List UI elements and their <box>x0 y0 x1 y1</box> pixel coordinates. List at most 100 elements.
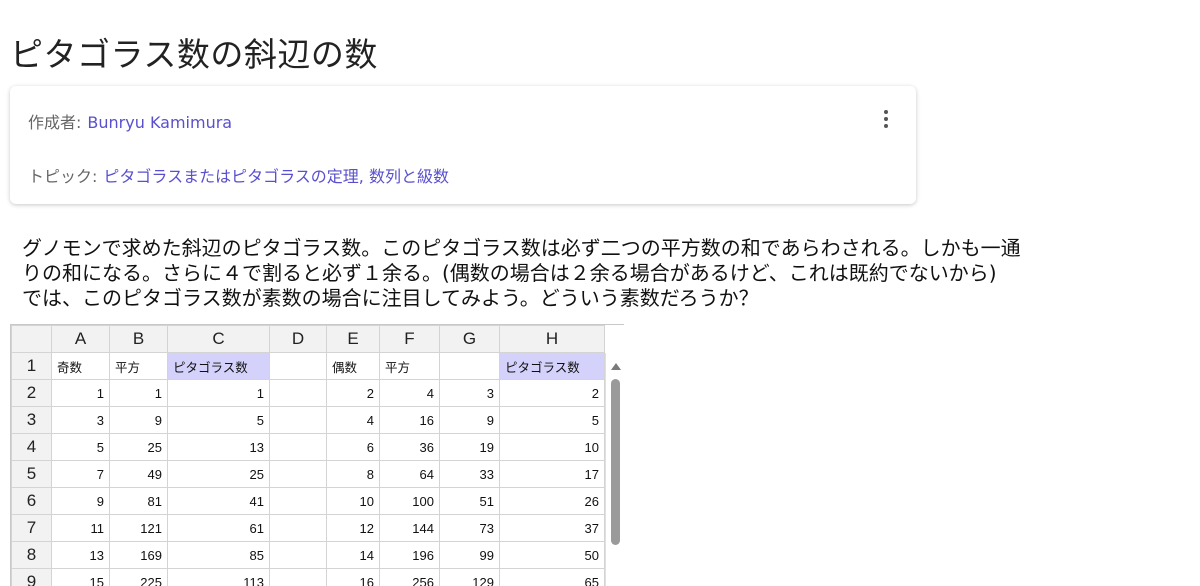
row-header[interactable]: 2 <box>11 379 52 407</box>
cell-a6[interactable]: 9 <box>51 487 110 515</box>
cell-h9[interactable]: 65 <box>499 568 605 586</box>
row-header[interactable]: 7 <box>11 514 52 542</box>
cell-b4[interactable]: 25 <box>109 433 168 461</box>
cell-g9[interactable]: 129 <box>439 568 500 586</box>
cell-e1[interactable]: 偶数 <box>326 352 380 380</box>
cell-d5[interactable] <box>269 460 327 488</box>
cell-c3[interactable]: 5 <box>167 406 270 434</box>
table-row: 8 13 169 85 14 196 99 50 <box>11 541 605 569</box>
cell-h1[interactable]: ピタゴラス数 <box>499 352 605 380</box>
cell-b7[interactable]: 121 <box>109 514 168 542</box>
description-line: りの和になる。さらに４で割ると必ず１余る。(偶数の場合は２余る場合があるけど、こ… <box>22 261 997 285</box>
cell-a9[interactable]: 15 <box>51 568 110 586</box>
cell-c9[interactable]: 113 <box>167 568 270 586</box>
cell-b6[interactable]: 81 <box>109 487 168 515</box>
cell-c7[interactable]: 61 <box>167 514 270 542</box>
cell-e4[interactable]: 6 <box>326 433 380 461</box>
cell-h6[interactable]: 26 <box>499 487 605 515</box>
cell-f1[interactable]: 平方 <box>379 352 440 380</box>
cell-f5[interactable]: 64 <box>379 460 440 488</box>
column-header-f[interactable]: F <box>379 325 440 353</box>
column-header-d[interactable]: D <box>269 325 327 353</box>
cell-f3[interactable]: 16 <box>379 406 440 434</box>
cell-b5[interactable]: 49 <box>109 460 168 488</box>
cell-c1[interactable]: ピタゴラス数 <box>167 352 270 380</box>
cell-g7[interactable]: 73 <box>439 514 500 542</box>
cell-a5[interactable]: 7 <box>51 460 110 488</box>
cell-c2[interactable]: 1 <box>167 379 270 407</box>
cell-g2[interactable]: 3 <box>439 379 500 407</box>
cell-c6[interactable]: 41 <box>167 487 270 515</box>
column-header-h[interactable]: H <box>499 325 605 353</box>
column-header-c[interactable]: C <box>167 325 270 353</box>
cell-h5[interactable]: 17 <box>499 460 605 488</box>
cell-e5[interactable]: 8 <box>326 460 380 488</box>
row-header[interactable]: 5 <box>11 460 52 488</box>
row-header[interactable]: 6 <box>11 487 52 515</box>
author-link[interactable]: Bunryu Kamimura <box>87 113 232 132</box>
table-row: 1 奇数 平方 ピタゴラス数 偶数 平方 ピタゴラス数 <box>11 352 605 380</box>
cell-f2[interactable]: 4 <box>379 379 440 407</box>
cell-h7[interactable]: 37 <box>499 514 605 542</box>
cell-d9[interactable] <box>269 568 327 586</box>
cell-d1[interactable] <box>269 352 327 380</box>
row-header[interactable]: 9 <box>11 568 52 586</box>
more-vertical-icon[interactable] <box>882 110 890 132</box>
cell-e2[interactable]: 2 <box>326 379 380 407</box>
row-header[interactable]: 8 <box>11 541 52 569</box>
cell-g4[interactable]: 19 <box>439 433 500 461</box>
cell-a2[interactable]: 1 <box>51 379 110 407</box>
cell-f6[interactable]: 100 <box>379 487 440 515</box>
scroll-up-icon[interactable] <box>611 363 621 370</box>
cell-d4[interactable] <box>269 433 327 461</box>
cell-b1[interactable]: 平方 <box>109 352 168 380</box>
column-header-e[interactable]: E <box>326 325 380 353</box>
cell-c4[interactable]: 13 <box>167 433 270 461</box>
cell-d3[interactable] <box>269 406 327 434</box>
cell-e6[interactable]: 10 <box>326 487 380 515</box>
cell-d7[interactable] <box>269 514 327 542</box>
topic-links[interactable]: ピタゴラスまたはピタゴラスの定理, 数列と級数 <box>103 167 449 186</box>
cell-e8[interactable]: 14 <box>326 541 380 569</box>
cell-c8[interactable]: 85 <box>167 541 270 569</box>
cell-h3[interactable]: 5 <box>499 406 605 434</box>
row-header[interactable]: 4 <box>11 433 52 461</box>
row-header[interactable]: 1 <box>11 352 52 380</box>
cell-e9[interactable]: 16 <box>326 568 380 586</box>
column-header-a[interactable]: A <box>51 325 110 353</box>
cell-e7[interactable]: 12 <box>326 514 380 542</box>
spreadsheet-grid: ABCDEFGH 1 奇数 平方 ピタゴラス数 偶数 平方 ピタゴラス数 2 1 1 1 2 4 3 2 3 3… <box>11 325 605 586</box>
cell-f9[interactable]: 256 <box>379 568 440 586</box>
row-header[interactable]: 3 <box>11 406 52 434</box>
cell-f8[interactable]: 196 <box>379 541 440 569</box>
cell-b9[interactable]: 225 <box>109 568 168 586</box>
cell-f7[interactable]: 144 <box>379 514 440 542</box>
cell-b3[interactable]: 9 <box>109 406 168 434</box>
cell-e3[interactable]: 4 <box>326 406 380 434</box>
cell-b2[interactable]: 1 <box>109 379 168 407</box>
cell-h4[interactable]: 10 <box>499 433 605 461</box>
cell-a8[interactable]: 13 <box>51 541 110 569</box>
scroll-thumb[interactable] <box>611 379 620 545</box>
cell-d8[interactable] <box>269 541 327 569</box>
cell-h8[interactable]: 50 <box>499 541 605 569</box>
cell-g8[interactable]: 99 <box>439 541 500 569</box>
cell-h2[interactable]: 2 <box>499 379 605 407</box>
cell-f4[interactable]: 36 <box>379 433 440 461</box>
cell-g6[interactable]: 51 <box>439 487 500 515</box>
cell-g3[interactable]: 9 <box>439 406 500 434</box>
cell-g1[interactable] <box>439 352 500 380</box>
cell-g5[interactable]: 33 <box>439 460 500 488</box>
spreadsheet[interactable]: ABCDEFGH 1 奇数 平方 ピタゴラス数 偶数 平方 ピタゴラス数 2 1 1 1 2 4 3 2 3 3… <box>10 324 624 586</box>
cell-a7[interactable]: 11 <box>51 514 110 542</box>
cell-a3[interactable]: 3 <box>51 406 110 434</box>
column-header-g[interactable]: G <box>439 325 500 353</box>
cell-b8[interactable]: 169 <box>109 541 168 569</box>
cell-a1[interactable]: 奇数 <box>51 352 110 380</box>
cell-d6[interactable] <box>269 487 327 515</box>
column-header-b[interactable]: B <box>109 325 168 353</box>
cell-c5[interactable]: 25 <box>167 460 270 488</box>
vertical-scrollbar[interactable] <box>605 353 624 586</box>
cell-d2[interactable] <box>269 379 327 407</box>
cell-a4[interactable]: 5 <box>51 433 110 461</box>
